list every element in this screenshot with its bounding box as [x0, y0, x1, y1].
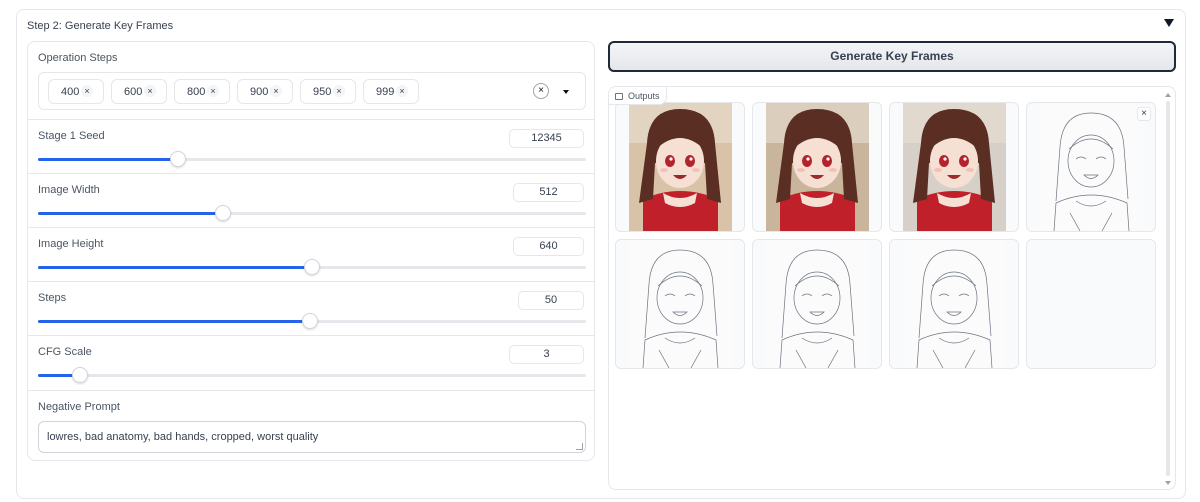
token-950: 950 ×	[300, 79, 356, 104]
token-label: 800	[187, 86, 206, 98]
image-width-label: Image Width	[38, 184, 100, 196]
image-width-block: Image Width 512	[28, 174, 594, 228]
token-400: 400 ×	[48, 79, 104, 104]
remove-token-icon[interactable]: ×	[270, 85, 282, 97]
slider-fill	[38, 320, 311, 323]
accordion-title: Step 2: Generate Key Frames	[27, 20, 174, 32]
scroll-track[interactable]	[1166, 101, 1170, 476]
outputs-gallery: Outputs ×	[608, 86, 1176, 490]
steps-block: Steps 50	[28, 282, 594, 336]
slider-fill	[38, 212, 224, 215]
steps-input[interactable]: 50	[518, 291, 584, 310]
scroll-down-icon[interactable]	[1165, 481, 1171, 485]
output-thumbnail[interactable]	[615, 239, 745, 369]
cfg-scale-slider[interactable]	[38, 367, 586, 383]
cfg-scale-block: CFG Scale 3	[28, 336, 594, 391]
slider-fill	[38, 158, 178, 161]
outputs-label: Outputs	[609, 87, 667, 105]
remove-token-icon[interactable]: ×	[144, 85, 156, 97]
cfg-scale-label: CFG Scale	[38, 346, 92, 358]
resize-handle-icon[interactable]	[576, 443, 583, 450]
token-label: 950	[313, 86, 332, 98]
token-label: 600	[124, 86, 143, 98]
close-preview-icon[interactable]: ×	[1137, 107, 1151, 121]
negative-prompt-block: Negative Prompt lowres, bad anatomy, bad…	[28, 391, 594, 460]
token-600: 600 ×	[111, 79, 167, 104]
negative-prompt-label: Negative Prompt	[38, 401, 120, 413]
remove-token-icon[interactable]: ×	[333, 85, 345, 97]
token-900: 900 ×	[237, 79, 293, 104]
stage1-seed-label: Stage 1 Seed	[38, 130, 105, 142]
remove-token-icon[interactable]: ×	[396, 85, 408, 97]
cfg-scale-input[interactable]: 3	[509, 345, 584, 364]
image-width-slider[interactable]	[38, 205, 586, 221]
output-thumbnail[interactable]	[889, 239, 1019, 369]
remove-token-icon[interactable]: ×	[207, 85, 219, 97]
operation-steps-block: Operation Steps 400 × 600 × 800 × 900 ×	[28, 42, 594, 120]
remove-token-icon[interactable]: ×	[81, 85, 93, 97]
dropdown-caret-icon[interactable]	[563, 90, 569, 94]
stage1-seed-slider[interactable]	[38, 151, 586, 167]
outputs-label-text: Outputs	[628, 91, 660, 101]
negative-prompt-textarea[interactable]: lowres, bad anatomy, bad hands, cropped,…	[38, 421, 586, 453]
collapse-triangle-icon[interactable]	[1163, 17, 1175, 29]
slider-thumb[interactable]	[215, 205, 232, 221]
token-label: 999	[376, 86, 395, 98]
output-thumbnail[interactable]: ×	[1026, 102, 1156, 232]
output-thumbnail[interactable]	[1026, 239, 1156, 369]
stage1-seed-input[interactable]: 12345	[509, 129, 584, 148]
slider-thumb[interactable]	[304, 259, 320, 275]
slider-thumb[interactable]	[169, 151, 186, 167]
output-thumbnail[interactable]	[615, 102, 745, 232]
image-height-label: Image Height	[38, 238, 104, 250]
steps-slider[interactable]	[38, 313, 586, 329]
settings-panel: Operation Steps 400 × 600 × 800 × 900 ×	[27, 41, 595, 461]
output-thumbnail[interactable]	[889, 102, 1019, 232]
output-thumbnail[interactable]	[752, 239, 882, 369]
image-height-block: Image Height 640	[28, 228, 594, 282]
generate-key-frames-button[interactable]: Generate Key Frames	[608, 41, 1176, 72]
stage1-seed-block: Stage 1 Seed 12345	[28, 120, 594, 174]
image-width-input[interactable]: 512	[513, 183, 584, 202]
scroll-up-icon[interactable]	[1165, 93, 1171, 97]
operation-steps-multiselect[interactable]: 400 × 600 × 800 × 900 × 950 × 999 × ×	[38, 72, 586, 110]
slider-thumb[interactable]	[302, 313, 319, 329]
operation-steps-label: Operation Steps	[38, 52, 118, 64]
step2-accordion: Step 2: Generate Key Frames Operation St…	[16, 9, 1186, 499]
token-999: 999 ×	[363, 79, 419, 104]
slider-fill	[38, 266, 312, 269]
token-label: 400	[61, 86, 80, 98]
output-thumbnail[interactable]	[752, 102, 882, 232]
image-icon	[615, 93, 623, 100]
gallery-scrollbar[interactable]	[1163, 89, 1173, 489]
image-height-input[interactable]: 640	[513, 237, 584, 256]
slider-thumb[interactable]	[72, 367, 89, 383]
image-height-slider[interactable]	[38, 259, 586, 275]
token-label: 900	[250, 86, 269, 98]
steps-label: Steps	[38, 292, 67, 304]
negative-prompt-text: lowres, bad anatomy, bad hands, cropped,…	[47, 431, 319, 443]
token-800: 800 ×	[174, 79, 230, 104]
clear-all-icon[interactable]: ×	[533, 83, 549, 99]
